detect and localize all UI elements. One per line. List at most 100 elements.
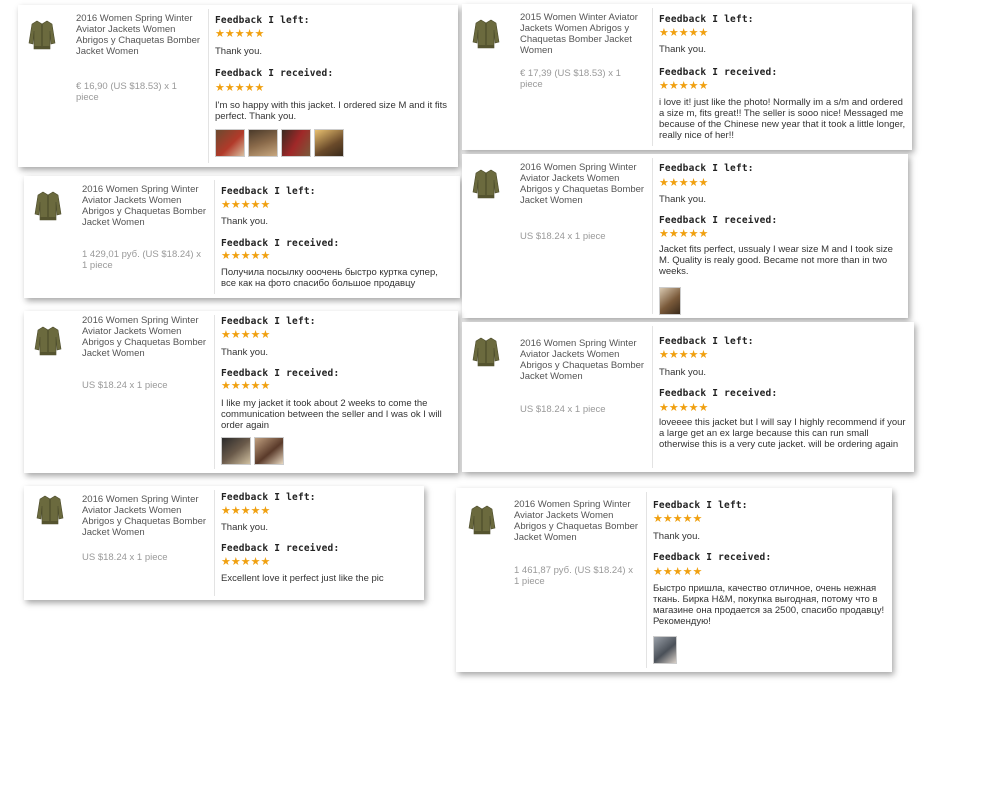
feedback-received-label: Feedback I received: (659, 388, 778, 399)
feedback-card: 2016 Women Spring Winter Aviator Jackets… (24, 486, 424, 600)
star-icon: ★★★★★ (221, 505, 271, 517)
feedback-section: Feedback I left: ★★★★★ Thank you. Feedba… (659, 154, 902, 318)
star-icon: ★★★★★ (659, 27, 709, 39)
divider (208, 9, 209, 163)
divider (214, 315, 215, 469)
product-title[interactable]: 2016 Women Spring Winter Aviator Jackets… (82, 184, 208, 228)
photo-thumbnail[interactable] (221, 437, 251, 465)
product-price: 1 461,87 руб. (US $18.24) x 1 piece (514, 565, 633, 587)
feedback-received-text: Jacket fits perfect, ussualy I wear size… (659, 244, 893, 277)
product-price: 1 429,01 руб. (US $18.24) x 1 piece (82, 249, 201, 271)
feedback-section: Feedback I left: ★★★★★ Thank you. Feedba… (221, 311, 452, 473)
star-icon: ★★★★★ (221, 556, 271, 568)
star-icon: ★★★★★ (659, 177, 709, 189)
feedback-received-label: Feedback I received: (221, 238, 340, 249)
product-title[interactable]: 2015 Women Winter Aviator Jackets Women … (520, 12, 646, 56)
product-price: € 16,90 (US $18.53) x 1 piece (76, 81, 177, 103)
feedback-left-label: Feedback I left: (659, 336, 754, 347)
feedback-received-text: i love it! just like the photo! Normally… (659, 97, 906, 141)
feedback-received-label: Feedback I received: (659, 215, 778, 226)
photo-thumbnail[interactable] (281, 129, 311, 157)
bomber-jacket-icon[interactable] (468, 504, 496, 536)
feedback-left-label: Feedback I left: (221, 316, 316, 327)
product-info: 2016 Women Spring Winter Aviator Jackets… (18, 5, 208, 167)
photo-thumbnails (659, 287, 681, 315)
photo-thumbnail[interactable] (659, 287, 681, 315)
divider (652, 326, 653, 468)
photo-thumbnail[interactable] (254, 437, 284, 465)
divider (214, 180, 215, 294)
photo-thumbnail[interactable] (653, 636, 677, 664)
bomber-jacket-icon[interactable] (28, 19, 56, 51)
star-icon: ★★★★★ (653, 566, 703, 578)
star-icon: ★★★★★ (221, 380, 271, 392)
star-icon: ★★★★★ (215, 28, 265, 40)
bomber-jacket-icon[interactable] (36, 494, 64, 526)
feedback-left-label: Feedback I left: (215, 15, 310, 26)
feedback-left-label: Feedback I left: (653, 500, 748, 511)
feedback-section: Feedback I left: ★★★★★ Thank you. Feedba… (221, 176, 454, 298)
product-info: 2015 Women Winter Aviator Jackets Women … (462, 4, 652, 150)
product-info: 2016 Women Spring Winter Aviator Jackets… (462, 322, 652, 472)
feedback-card: 2016 Women Spring Winter Aviator Jackets… (462, 154, 908, 318)
photo-thumbnail[interactable] (314, 129, 344, 157)
product-title[interactable]: 2016 Women Spring Winter Aviator Jackets… (514, 499, 640, 543)
feedback-received-text: Получила посылку ооочень быстро куртка с… (221, 267, 438, 289)
bomber-jacket-icon[interactable] (472, 168, 500, 200)
feedback-left-text: Thank you. (221, 522, 268, 533)
feedback-left-text: Thank you. (215, 46, 262, 57)
star-icon: ★★★★★ (659, 80, 709, 92)
product-info: 2016 Women Spring Winter Aviator Jackets… (462, 154, 652, 318)
product-price: US $18.24 x 1 piece (82, 552, 168, 563)
feedback-left-label: Feedback I left: (221, 492, 316, 503)
feedback-card: 2016 Women Spring Winter Aviator Jackets… (24, 311, 458, 473)
feedback-received-label: Feedback I received: (659, 67, 778, 78)
photo-thumbnails (221, 437, 284, 465)
product-title[interactable]: 2016 Women Spring Winter Aviator Jackets… (520, 162, 646, 206)
feedback-received-label: Feedback I received: (215, 68, 334, 79)
feedback-left-text: Thank you. (659, 367, 706, 378)
feedback-card: 2016 Women Spring Winter Aviator Jackets… (456, 488, 892, 672)
divider (214, 490, 215, 596)
feedback-card: 2015 Women Winter Aviator Jackets Women … (462, 4, 912, 150)
feedback-section: Feedback I left: ★★★★★ Thank you. Feedba… (653, 488, 886, 672)
star-icon: ★★★★★ (221, 199, 271, 211)
feedback-received-label: Feedback I received: (221, 368, 340, 379)
bomber-jacket-icon[interactable] (34, 190, 62, 222)
bomber-jacket-icon[interactable] (34, 325, 62, 357)
star-icon: ★★★★★ (221, 329, 271, 341)
photo-thumbnail[interactable] (215, 129, 245, 157)
product-info: 2016 Women Spring Winter Aviator Jackets… (24, 486, 214, 600)
photo-thumbnail[interactable] (248, 129, 278, 157)
product-price: US $18.24 x 1 piece (520, 404, 606, 415)
star-icon: ★★★★★ (215, 82, 265, 94)
feedback-received-text: I like my jacket it took about 2 weeks t… (221, 398, 442, 431)
product-price: US $18.24 x 1 piece (82, 380, 168, 391)
product-title[interactable]: 2016 Women Spring Winter Aviator Jackets… (76, 13, 202, 57)
star-icon: ★★★★★ (221, 250, 271, 262)
feedback-section: Feedback I left: ★★★★★ Thank you. Feedba… (215, 5, 452, 167)
product-info: 2016 Women Spring Winter Aviator Jackets… (24, 176, 214, 298)
bomber-jacket-icon[interactable] (472, 18, 500, 50)
star-icon: ★★★★★ (659, 349, 709, 361)
bomber-jacket-icon[interactable] (472, 336, 500, 368)
feedback-left-text: Thank you. (221, 216, 268, 227)
feedback-left-label: Feedback I left: (221, 186, 316, 197)
product-price: € 17,39 (US $18.53) x 1 piece (520, 68, 621, 90)
product-title[interactable]: 2016 Women Spring Winter Aviator Jackets… (82, 315, 208, 359)
feedback-left-label: Feedback I left: (659, 14, 754, 25)
divider (646, 492, 647, 668)
feedback-received-text: loveeee this jacket but I will say I hig… (659, 417, 906, 450)
product-info: 2016 Women Spring Winter Aviator Jackets… (24, 311, 214, 473)
feedback-left-text: Thank you. (659, 194, 706, 205)
product-price: US $18.24 x 1 piece (520, 231, 606, 242)
product-title[interactable]: 2016 Women Spring Winter Aviator Jackets… (82, 494, 208, 538)
star-icon: ★★★★★ (659, 402, 709, 414)
feedback-card: 2016 Women Spring Winter Aviator Jackets… (24, 176, 460, 298)
feedback-left-text: Thank you. (659, 44, 706, 55)
feedback-received-text: Быстро пришла, качество отличное, очень … (653, 583, 885, 627)
product-title[interactable]: 2016 Women Spring Winter Aviator Jackets… (520, 338, 646, 382)
feedback-received-label: Feedback I received: (221, 543, 340, 554)
feedback-left-label: Feedback I left: (659, 163, 754, 174)
feedback-section: Feedback I left: ★★★★★ Thank you. Feedba… (221, 486, 418, 600)
